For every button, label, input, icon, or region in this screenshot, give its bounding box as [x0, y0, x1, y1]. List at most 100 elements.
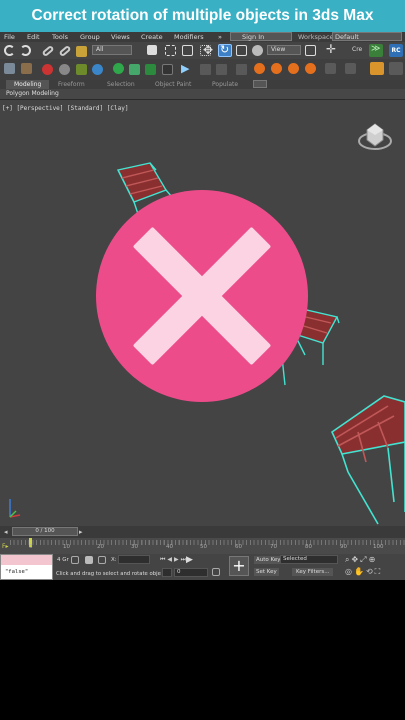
- select-manipulate-icon[interactable]: ✛: [326, 43, 336, 56]
- absolute-mode-icon[interactable]: [98, 556, 106, 564]
- tab-object-paint[interactable]: Object Paint: [155, 81, 191, 88]
- mirror-icon[interactable]: ≫: [369, 44, 383, 57]
- viewport-nav-controls-row1[interactable]: ⌕✥⤢⊕: [345, 555, 377, 565]
- time-config-field[interactable]: [162, 568, 172, 577]
- render-icon[interactable]: [92, 64, 103, 75]
- maxscript-output: "false": [5, 569, 29, 575]
- menu-group[interactable]: Group: [80, 33, 100, 41]
- axis-gizmo-icon: [9, 499, 21, 518]
- video-title-banner: Correct rotation of multiple objects in …: [0, 0, 405, 32]
- viewport-nav-controls-row2[interactable]: ◎✋⟲⛶: [345, 567, 382, 577]
- auto-key-button[interactable]: Auto Key: [254, 556, 283, 564]
- create-selection-set-label[interactable]: Cre: [352, 46, 362, 53]
- tick-label: 0: [29, 544, 33, 550]
- menu-views[interactable]: Views: [111, 33, 130, 41]
- viewport-label[interactable]: [+] [Perspective] [Standard] [Clay]: [2, 105, 128, 112]
- select-region-icon[interactable]: [165, 45, 176, 56]
- reference-coord-dropdown[interactable]: View: [267, 45, 301, 55]
- pivot-center-icon[interactable]: [305, 45, 316, 56]
- menu-tools[interactable]: Tools: [52, 33, 68, 41]
- ribbon-panel-label[interactable]: Polygon Modeling: [6, 90, 59, 97]
- bind-space-warp-icon[interactable]: [76, 46, 87, 57]
- plugin-icon-3[interactable]: [389, 62, 403, 75]
- timeline-pause-icon[interactable]: [216, 64, 227, 75]
- selection-lock-icon[interactable]: [85, 556, 93, 564]
- lounge-chair-3[interactable]: [328, 392, 405, 527]
- material-editor-icon[interactable]: [42, 64, 53, 75]
- select-object-icon[interactable]: [147, 45, 157, 55]
- playback-controls[interactable]: ⏮◀▶⏭: [160, 556, 188, 564]
- placement-icon[interactable]: [252, 45, 263, 56]
- layer-explorer-icon[interactable]: [129, 64, 140, 75]
- selected-dropdown[interactable]: Selected: [280, 555, 338, 564]
- tick-label: 80: [305, 544, 312, 550]
- menu-modifiers[interactable]: Modifiers: [174, 33, 204, 41]
- scale-icon[interactable]: [236, 45, 247, 56]
- move-icon[interactable]: ✥: [203, 44, 213, 57]
- time-slider-handle[interactable]: 0 / 100: [12, 527, 78, 536]
- key-filters-button[interactable]: Key Filters...: [292, 568, 334, 576]
- main-toolbar: All ✥ ↻ View ✛ Cre ≫ RC: [0, 42, 405, 59]
- set-key-button[interactable]: Set Key: [254, 568, 279, 576]
- time-slider-next-icon[interactable]: ▸: [79, 528, 83, 536]
- menu-edit[interactable]: Edit: [27, 33, 40, 41]
- time-slider-prev-icon[interactable]: ◂: [4, 528, 8, 536]
- render-setup-icon[interactable]: [59, 64, 70, 75]
- tick-label: 30: [131, 544, 138, 550]
- select-by-name-icon[interactable]: [182, 45, 193, 56]
- timeline-stop-icon[interactable]: [200, 64, 211, 75]
- workspaces-dropdown[interactable]: Default: [332, 32, 402, 41]
- tick-label: 40: [166, 544, 173, 550]
- play-button-icon[interactable]: ▶: [186, 555, 196, 565]
- rotate-icon[interactable]: ↻: [218, 43, 232, 57]
- menu-create[interactable]: Create: [141, 33, 163, 41]
- angle-snap-icon[interactable]: [21, 63, 32, 74]
- snap-toggle-icon[interactable]: [4, 63, 15, 74]
- x-coord-field[interactable]: [118, 555, 150, 564]
- tab-modeling[interactable]: Modeling: [6, 80, 50, 89]
- tab-selection[interactable]: Selection: [107, 81, 135, 88]
- undo-icon[interactable]: [4, 45, 15, 56]
- plugin-icon-1[interactable]: [325, 63, 336, 74]
- sign-in-dropdown[interactable]: Sign In: [230, 32, 292, 41]
- play-icon[interactable]: ▶: [181, 62, 189, 75]
- time-slider[interactable]: ◂ 0 / 100 ▸: [0, 526, 405, 538]
- menu-file[interactable]: File: [4, 33, 15, 41]
- secondary-toolbar: ▶: [0, 59, 405, 80]
- viewcube-icon[interactable]: [355, 116, 395, 156]
- maxscript-listener[interactable]: "false": [0, 554, 53, 580]
- time-configuration-icon[interactable]: [212, 568, 220, 576]
- forest-pack-icon[interactable]: [370, 62, 384, 75]
- plugin-icon-2[interactable]: [345, 63, 356, 74]
- paint-fire-icon-4[interactable]: [305, 63, 316, 74]
- rendered-frame-icon[interactable]: [76, 64, 87, 75]
- redo-icon[interactable]: [20, 45, 31, 56]
- schematic-view-icon[interactable]: [162, 64, 173, 75]
- tick-label: 70: [270, 544, 277, 550]
- set-key-plus-icon[interactable]: +: [229, 556, 249, 576]
- maxscript-input[interactable]: [1, 555, 52, 565]
- track-bar[interactable]: F▸ 0 10 20 30 40 50 60 70 80 90 100: [0, 538, 405, 554]
- isolate-selection-icon[interactable]: [71, 556, 79, 564]
- curve-editor-icon[interactable]: [145, 64, 156, 75]
- tab-freeform[interactable]: Freeform: [58, 81, 85, 88]
- unlink-icon[interactable]: [58, 44, 72, 58]
- current-frame-field[interactable]: 0: [174, 568, 208, 577]
- rc-badge-icon[interactable]: RC: [389, 44, 403, 57]
- x-coord-label: X:: [111, 557, 117, 563]
- tick-label: 100: [373, 544, 384, 550]
- scene-explorer-icon[interactable]: [113, 63, 124, 74]
- tick-label: 50: [200, 544, 207, 550]
- paint-fire-icon-2[interactable]: [271, 63, 282, 74]
- link-icon[interactable]: [41, 44, 55, 58]
- ribbon-options-button[interactable]: [253, 80, 267, 88]
- paint-fire-icon-1[interactable]: [254, 63, 265, 74]
- tick-label: 10: [63, 544, 70, 550]
- tick-label: 90: [340, 544, 347, 550]
- paint-fire-icon-3[interactable]: [288, 63, 299, 74]
- track-key-icon[interactable]: F▸: [2, 543, 8, 550]
- tab-populate[interactable]: Populate: [212, 81, 238, 88]
- selection-filter-dropdown[interactable]: All: [92, 45, 132, 55]
- menu-overflow-icon[interactable]: »: [218, 33, 222, 41]
- delete-icon[interactable]: [236, 64, 247, 75]
